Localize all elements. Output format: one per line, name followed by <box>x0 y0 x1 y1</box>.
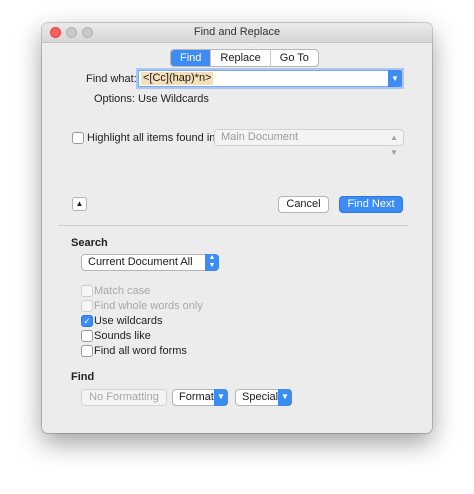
section-divider <box>58 225 408 226</box>
match-case-label: Match case <box>94 285 151 297</box>
search-heading: Search <box>71 237 108 249</box>
checkmark-icon: ✓ <box>83 316 91 326</box>
tab-replace[interactable]: Replace <box>210 50 269 66</box>
format-menu-button[interactable]: Format ▼ <box>172 389 228 406</box>
cancel-button[interactable]: Cancel <box>278 196 329 213</box>
chevron-down-icon: ▼ <box>214 389 228 406</box>
special-menu-button[interactable]: Special ▼ <box>235 389 292 406</box>
up-down-arrows-icon: ▲ ▼ <box>205 254 219 271</box>
collapse-options-button[interactable]: ▲ <box>72 197 87 211</box>
highlight-scope-popup[interactable]: Main Document ▲ ▼ <box>214 129 404 157</box>
up-down-arrows-icon: ▲ ▼ <box>390 133 398 157</box>
options-label: Options: <box>94 93 135 105</box>
window-title: Find and Replace <box>193 26 281 38</box>
use-wildcards-checkbox[interactable]: ✓ <box>81 315 93 327</box>
no-formatting-button[interactable]: No Formatting <box>81 389 167 406</box>
sounds-like-label: Sounds like <box>94 330 151 342</box>
highlight-scope-value: Main Document <box>221 131 299 143</box>
match-case-checkbox[interactable] <box>81 285 93 297</box>
highlight-label: Highlight all items found in: <box>87 132 219 144</box>
tab-go-to[interactable]: Go To <box>269 50 318 66</box>
chevron-down-icon: ▼ <box>278 389 292 406</box>
find-replace-window: Find and Replace Find Replace Go To Find… <box>42 23 432 433</box>
highlight-checkbox[interactable] <box>72 132 84 144</box>
chevron-down-icon: ▼ <box>391 74 399 83</box>
find-section-heading: Find <box>71 371 95 383</box>
find-next-button[interactable]: Find Next <box>339 196 403 213</box>
search-scope-value: Current Document All <box>88 256 193 268</box>
tab-bar: Find Replace Go To <box>170 49 319 67</box>
whole-words-checkbox[interactable] <box>81 300 93 312</box>
special-label: Special <box>242 391 279 403</box>
word-forms-label: Find all word forms <box>94 345 187 357</box>
format-label: Format <box>179 391 214 403</box>
title-bar: Find and Replace <box>42 23 432 43</box>
find-history-dropdown[interactable]: ▼ <box>388 70 402 87</box>
word-forms-checkbox[interactable] <box>81 345 93 357</box>
use-wildcards-label: Use wildcards <box>94 315 163 327</box>
whole-words-label: Find whole words only <box>94 300 203 312</box>
tab-find[interactable]: Find <box>171 50 211 66</box>
chevron-up-icon: ▲ <box>75 199 84 208</box>
find-what-input[interactable]: <[Cc](hap)*n> <box>138 70 402 87</box>
options-value: Use Wildcards <box>138 93 209 105</box>
search-scope-select[interactable]: Current Document All ▲ ▼ <box>81 254 219 271</box>
sounds-like-checkbox[interactable] <box>81 330 93 342</box>
find-what-value: <[Cc](hap)*n> <box>141 72 214 85</box>
find-what-label: Find what: <box>86 73 137 85</box>
